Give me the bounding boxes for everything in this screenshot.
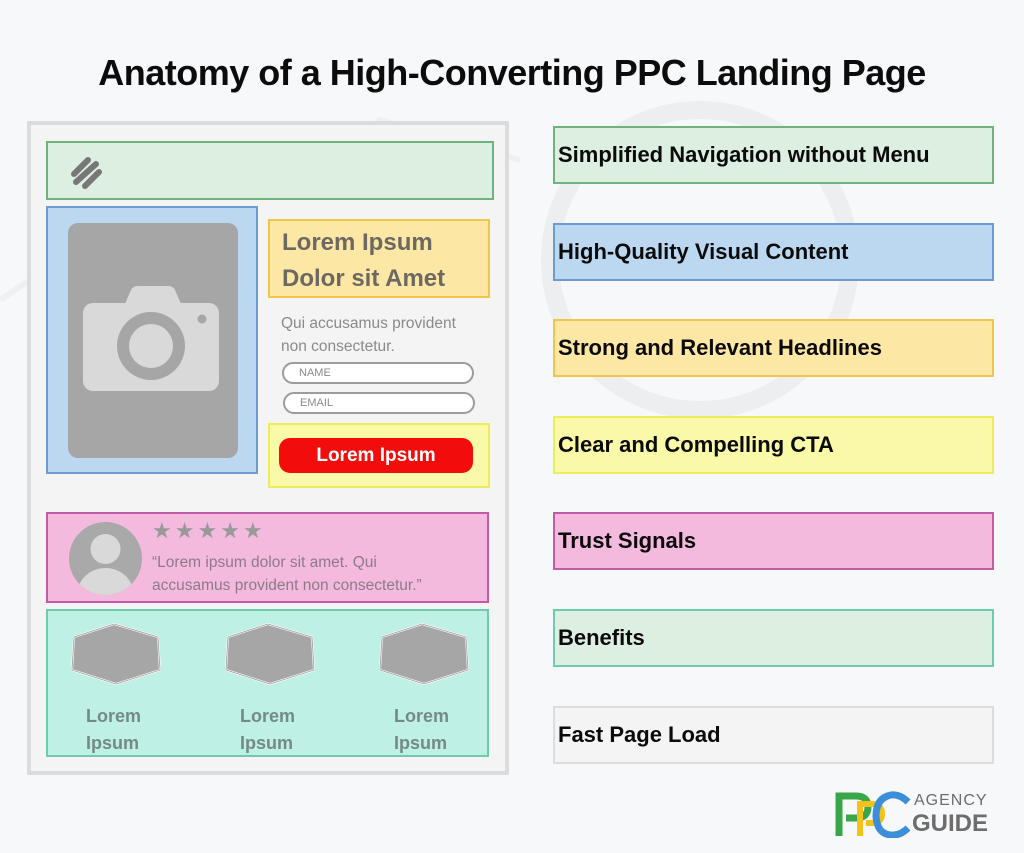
slash-lines-logo-icon [71, 157, 102, 189]
email-field[interactable]: EMAIL [283, 392, 475, 414]
camera-icon [83, 286, 219, 391]
subtext-line-1: Qui accusamus provident [281, 315, 456, 332]
star-rating: ★ ★ ★ ★ ★ [152, 520, 263, 542]
mockup-navigation-bar [46, 141, 494, 200]
mockup-headline: Lorem Ipsum Dolor sit Amet [268, 219, 490, 298]
benefit-label-line-1: Lorem [394, 706, 450, 726]
photo-placeholder [68, 223, 238, 458]
user-avatar-icon [69, 522, 142, 595]
benefit-label-line-1: Lorem [86, 706, 142, 726]
legend-benefits: Benefits [553, 609, 994, 667]
benefit-label-line-2: Ipsum [86, 733, 140, 753]
cta-button[interactable]: Lorem Ipsum [279, 438, 473, 473]
hexagon-icon [379, 623, 469, 685]
legend-cta: Clear and Compelling CTA [553, 416, 994, 474]
ppc-logo-mark-icon [835, 791, 911, 838]
page-title: Anatomy of a High-Converting PPC Landing… [98, 52, 926, 93]
star-icon: ★ [197, 518, 218, 543]
legend-navigation: Simplified Navigation without Menu [553, 126, 994, 184]
benefit-label-line-1: Lorem [240, 706, 296, 726]
hexagon-icon [71, 623, 161, 685]
star-icon: ★ [220, 518, 240, 543]
star-icon: ★ [174, 518, 195, 543]
benefit-item: Lorem Ipsum [374, 623, 474, 757]
testimonial-quote: “Lorem ipsum dolor sit amet. Qui accusam… [152, 551, 482, 597]
headline-line-2: Dolor sit Amet [282, 265, 446, 292]
legend-headlines: Strong and Relevant Headlines [553, 319, 994, 377]
legend-label: Simplified Navigation without Menu [558, 142, 930, 167]
legend-trust-signals: Trust Signals [553, 512, 994, 570]
legend-label: Benefits [558, 625, 645, 650]
star-icon: ★ [152, 518, 172, 543]
ppc-agency-guide-logo: AGENCY GUIDE [834, 790, 994, 838]
star-icon: ★ [242, 518, 263, 543]
hexagon-icon [225, 623, 315, 685]
legend-label: Strong and Relevant Headlines [558, 335, 882, 360]
quote-line-2: accusamus provident non consectetur.” [152, 577, 422, 594]
mockup-visual-content [46, 206, 258, 474]
mockup-trust-signals: ★ ★ ★ ★ ★ “Lorem ipsum dolor sit amet. Qui a… [46, 512, 489, 603]
legend-label: Trust Signals [558, 528, 697, 553]
benefit-label-line-2: Ipsum [240, 733, 294, 753]
logo-guide-text: GUIDE [912, 810, 989, 837]
mockup-subtext: Qui accusamus provident non consectetur. [281, 312, 486, 358]
legend-fast-page-load: Fast Page Load [553, 706, 994, 764]
logo-agency-text: AGENCY [914, 792, 988, 809]
benefit-item: Lorem Ipsum [220, 623, 320, 757]
mockup-cta-area: Lorem Ipsum [268, 423, 490, 488]
legend-visual-content: High-Quality Visual Content [553, 223, 994, 281]
headline-line-1: Lorem Ipsum [282, 229, 433, 256]
name-field[interactable]: NAME [282, 362, 474, 384]
legend-label: Fast Page Load [558, 722, 721, 747]
mockup-benefits: Lorem Ipsum Lorem Ipsum Lorem Ipsum [46, 609, 489, 757]
quote-line-1: “Lorem ipsum dolor sit amet. Qui [152, 554, 377, 571]
benefit-label-line-2: Ipsum [394, 733, 448, 753]
legend-label: Clear and Compelling CTA [558, 432, 834, 457]
subtext-line-2: non consectetur. [281, 338, 395, 355]
benefit-item: Lorem Ipsum [66, 623, 166, 757]
legend-label: High-Quality Visual Content [558, 239, 849, 264]
